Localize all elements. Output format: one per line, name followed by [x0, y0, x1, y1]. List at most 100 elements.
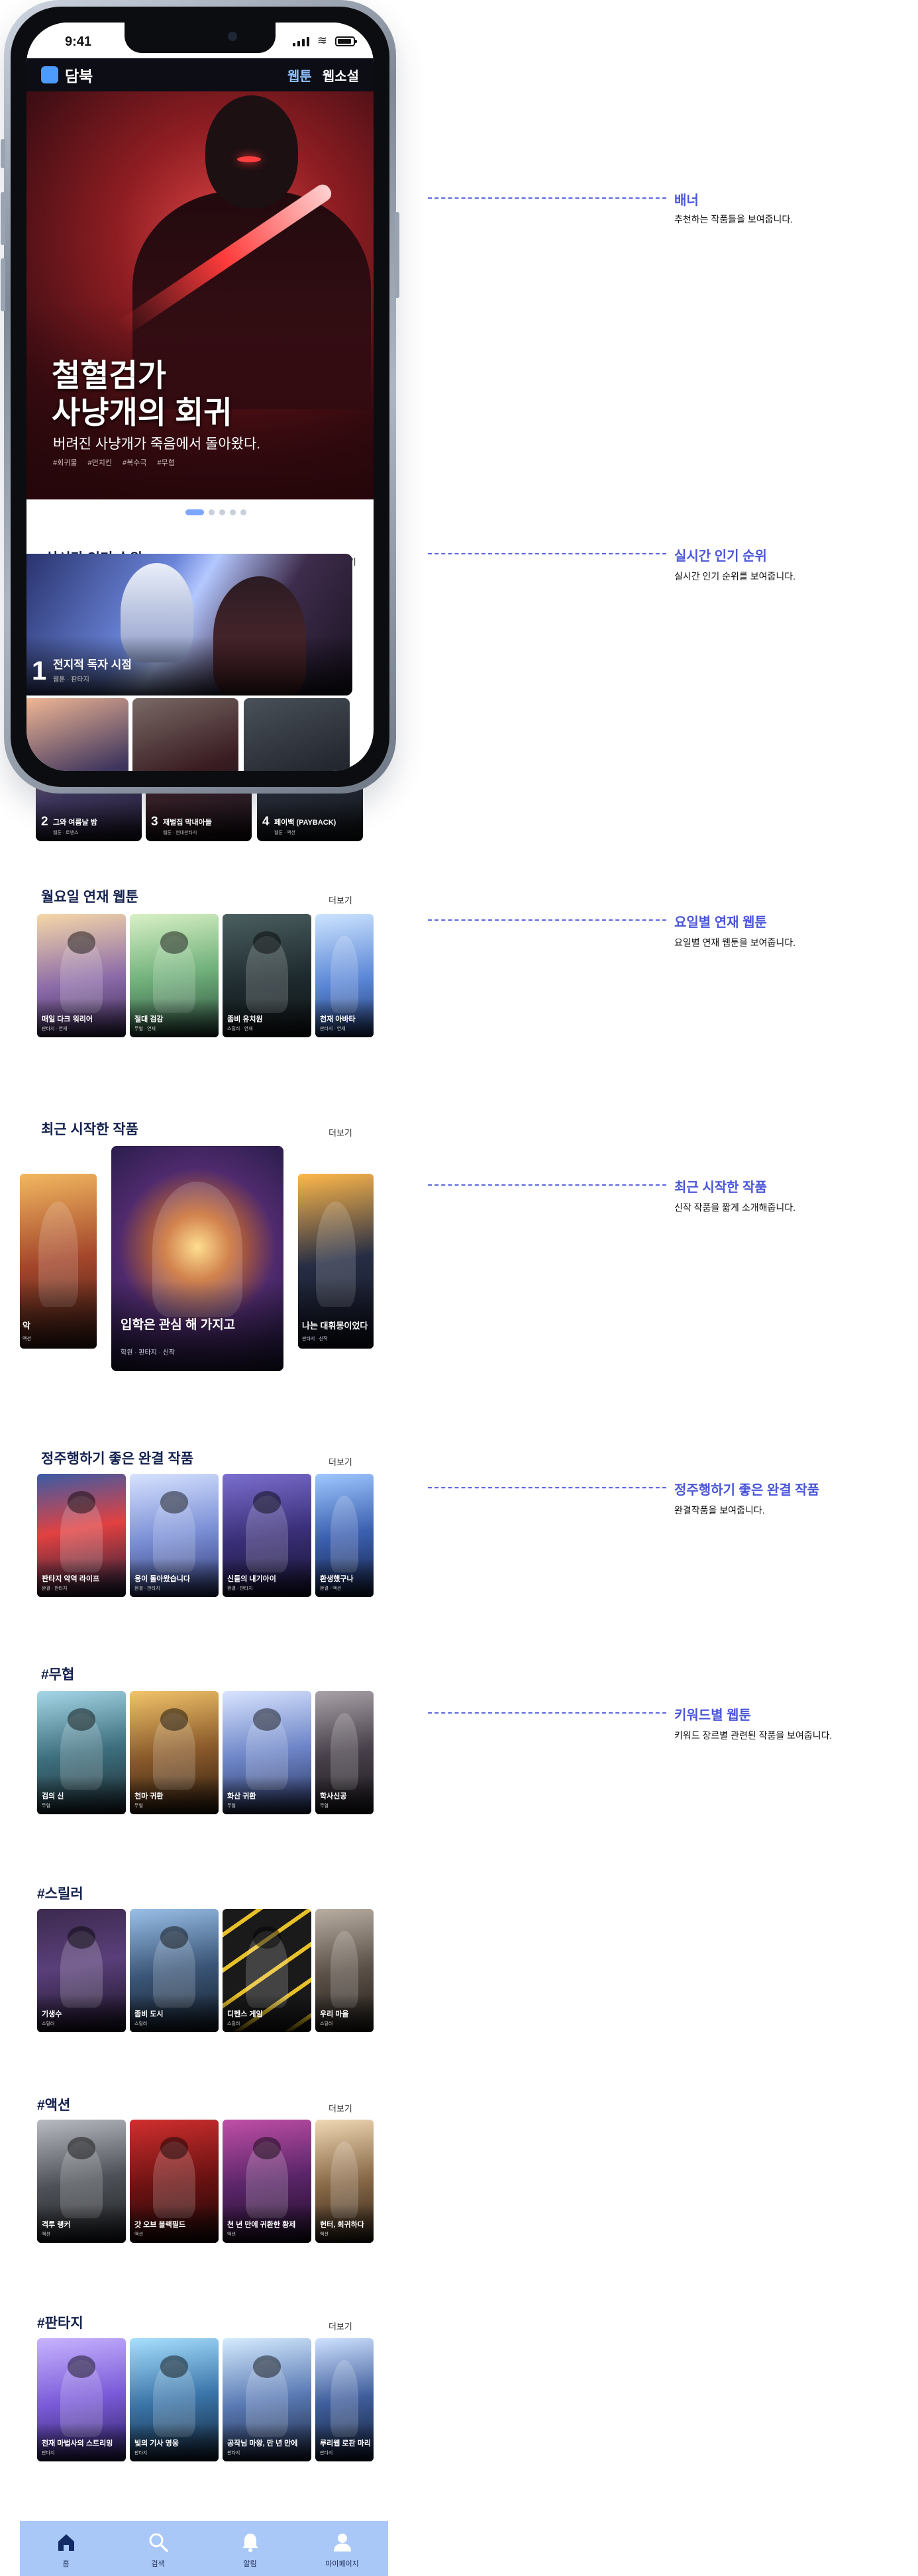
webtoon-card[interactable]: 헌터, 회귀하다 액션	[315, 2120, 374, 2243]
webtoon-card[interactable]: 공작님 마왕, 만 년 만에 판타지	[223, 2338, 311, 2461]
annotation-desc: 키워드 장르별 관련된 작품을 보여줍니다.	[674, 1730, 833, 1741]
webtoon-card[interactable]: 천재 마법사의 스트리밍 판타지	[37, 2338, 126, 2461]
phone-mockup: 9:41 ≋ 담북 웹툰 웹소설 철혈검가 사냥개의 회귀 버려진 사냥개가 죽…	[1, 0, 399, 794]
card-meta: 액션	[42, 2232, 50, 2237]
annotation-title: 최근 시작한 작품	[674, 1180, 767, 1195]
tab-search[interactable]: 검색	[112, 2521, 204, 2576]
banner-pagination	[185, 509, 246, 515]
ranking-card-4-preview[interactable]	[244, 698, 350, 771]
more-link[interactable]: 더보기	[329, 1455, 352, 1468]
card-meta: 학원 · 판타지 · 신작	[121, 1349, 176, 1357]
card-title: 우리 마을	[320, 2010, 349, 2018]
rank-title: 페이백 (PAYBACK)	[274, 819, 336, 827]
card-title: 천재 아바타	[320, 1015, 356, 1023]
webtoon-card[interactable]: 루리웹 로판 마리 판타지	[315, 2338, 374, 2461]
pagination-dot-active[interactable]	[185, 509, 204, 515]
banner-character-head	[205, 95, 298, 208]
webtoon-card[interactable]: 빛의 기사 영웅 판타지	[130, 2338, 219, 2461]
more-link[interactable]: 더보기	[329, 894, 352, 906]
banner-tags: #회귀물 #먼치킨 #복수극 #무협	[53, 457, 175, 468]
card-meta: 완결 · 판타지	[42, 1586, 68, 1591]
more-link[interactable]: 더보기	[329, 2320, 352, 2332]
phone-screen: 9:41 ≋ 담북 웹툰 웹소설 철혈검가 사냥개의 회귀 버려진 사냥개가 죽…	[26, 23, 374, 771]
webtoon-card[interactable]: 용이 돌아왔습니다 완결 · 판타지	[130, 1474, 219, 1597]
tab-home[interactable]: 홈	[20, 2521, 112, 2576]
webtoon-card[interactable]: 격투 랭커 액션	[37, 2120, 126, 2243]
user-icon	[333, 2534, 351, 2551]
app-logo[interactable]: 담북	[65, 64, 93, 86]
banner-tag: #회귀물	[53, 459, 77, 467]
rank-title: 그와 여름날 밤	[53, 819, 97, 827]
annotation-title: 정주행하기 좋은 완결 작품	[674, 1483, 820, 1498]
phone-button	[1, 258, 5, 311]
webtoon-card[interactable]: 천재 아바타 판타지 · 연재	[315, 914, 374, 1037]
webtoon-card[interactable]: 기생수 스릴러	[37, 1909, 126, 2032]
webtoon-card[interactable]: 천 년 만에 귀환한 황제 액션	[223, 2120, 311, 2243]
tab-label: 마이페이지	[325, 2560, 359, 2568]
webtoon-card[interactable]: 좀비 유치원 스릴러 · 연재	[223, 914, 311, 1037]
logo-book-icon	[41, 66, 58, 83]
card-meta: 무협	[320, 1804, 329, 1808]
webtoon-card[interactable]: 갓 오브 블랙필드 액션	[130, 2120, 219, 2243]
banner-tag: #무협	[157, 459, 175, 467]
home-icon	[58, 2534, 74, 2551]
card-title: 좀비 유치원	[227, 1015, 263, 1023]
card-meta: 스릴러	[134, 2022, 148, 2026]
pagination-dot[interactable]	[209, 509, 215, 515]
card-meta: 완결 · 액션	[320, 1586, 341, 1591]
card-title: 용이 돌아왔습니다	[134, 1575, 191, 1583]
webtoon-card[interactable]: 검의 신 무협	[37, 1691, 126, 1814]
card-title: 기생수	[42, 2010, 62, 2018]
card-meta: 판타지	[42, 2451, 55, 2455]
card-meta: 무협	[134, 1804, 143, 1808]
card-meta: 판타지	[134, 2451, 148, 2455]
card-title: 매일 다크 워리어	[42, 1015, 93, 1023]
card-title: 헌터, 회귀하다	[320, 2221, 364, 2229]
tab-webnovel[interactable]: 웹소설	[323, 66, 359, 85]
card-title: 판타지 악역 라이프	[42, 1575, 100, 1583]
card-title: 신들의 내기아이	[227, 1575, 276, 1583]
webtoon-card[interactable]: 학사신공 무협	[315, 1691, 374, 1814]
webtoon-card[interactable]: 우리 마을 스릴러	[315, 1909, 374, 2032]
new-work-card-right[interactable]: 나는 대휘몽이었다 판타지 · 신작	[298, 1174, 374, 1349]
bell-icon	[242, 2534, 258, 2552]
phone-button	[395, 212, 399, 298]
annotation-line	[428, 1487, 666, 1488]
tab-webtoon[interactable]: 웹툰	[287, 66, 312, 85]
card-meta: 스릴러	[227, 2022, 240, 2026]
card-meta: 스릴러	[320, 2022, 333, 2026]
pagination-dot[interactable]	[219, 509, 225, 515]
card-title: 천마 귀환	[134, 1792, 164, 1800]
more-link[interactable]: 더보기	[329, 1126, 352, 1139]
ranking-card-1[interactable]: 1 전지적 독자 시점 웹툰 · 판타지	[26, 554, 352, 696]
webtoon-card[interactable]: 화산 귀환 무협	[223, 1691, 311, 1814]
wifi-icon: ≋	[317, 34, 327, 47]
card-title: 천 년 만에 귀환한 황제	[227, 2221, 296, 2229]
card-title: 화산 귀환	[227, 1792, 256, 1800]
webtoon-card[interactable]: 디펜스 게임 스릴러	[223, 1909, 311, 2032]
ranking-card-2-preview[interactable]	[26, 698, 128, 771]
webtoon-card[interactable]: 좀비 도시 스릴러	[130, 1909, 219, 2032]
card-title: 나는 대휘몽이었다	[302, 1321, 368, 1331]
webtoon-card[interactable]: 신들의 내기아이 완결 · 판타지	[223, 1474, 311, 1597]
webtoon-card[interactable]: 천마 귀환 무협	[130, 1691, 219, 1814]
card-title: 악	[23, 1321, 30, 1331]
webtoon-card[interactable]: 판타지 악역 라이프 완결 · 판타지	[37, 1474, 126, 1597]
new-work-card-left[interactable]: 악 액션	[20, 1174, 97, 1349]
pagination-dot[interactable]	[230, 509, 236, 515]
webtoon-card[interactable]: 매일 다크 워리어 판타지 · 연재	[37, 914, 126, 1037]
webtoon-card[interactable]: 환생했구나 완결 · 액션	[315, 1474, 374, 1597]
banner-glow	[237, 156, 261, 162]
phone-bezel: 9:41 ≋ 담북 웹툰 웹소설 철혈검가 사냥개의 회귀 버려진 사냥개가 죽…	[11, 7, 389, 787]
more-link[interactable]: 더보기	[329, 2102, 352, 2114]
tab-mypage[interactable]: 마이페이지	[296, 2521, 388, 2576]
ranking-card-3-preview[interactable]	[132, 698, 238, 771]
pagination-dot[interactable]	[240, 509, 246, 515]
search-icon	[149, 2533, 168, 2552]
tab-alerts[interactable]: 알림	[204, 2521, 296, 2576]
section-title: 정주행하기 좋은 완결 작품	[41, 1451, 194, 1467]
hero-banner[interactable]: 철혈검가 사냥개의 회귀 버려진 사냥개가 죽음에서 돌아왔다. #회귀물 #먼…	[26, 91, 374, 499]
new-work-card-featured[interactable]: 입학은 관심 해 가지고 학원 · 판타지 · 신작	[111, 1146, 283, 1371]
webtoon-card[interactable]: 절대 검감 무협 · 연재	[130, 914, 219, 1037]
rank-title: 재벌집 막내아들	[163, 819, 212, 827]
